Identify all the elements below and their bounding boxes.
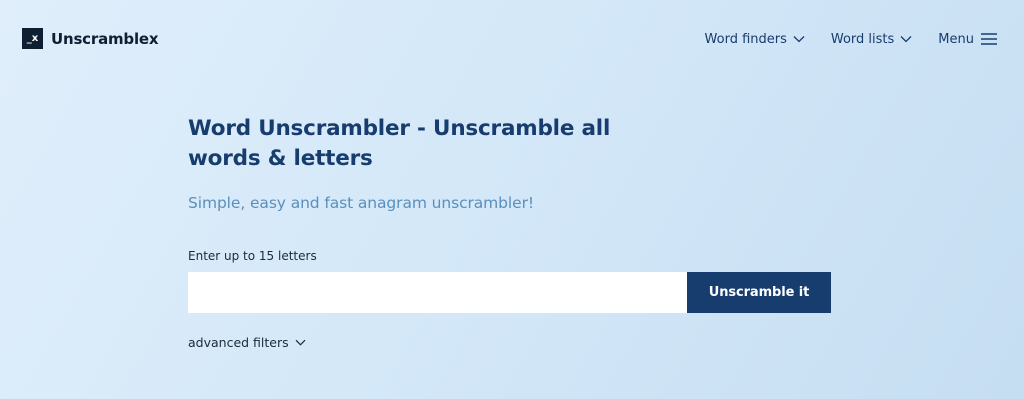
chevron-down-icon [793,36,805,43]
page-subtitle: Simple, easy and fast anagram unscramble… [188,194,534,212]
unscramble-button[interactable]: Unscramble it [687,272,831,313]
hero-section: Word Unscrambler - Unscramble all words … [188,114,838,212]
site-logo[interactable]: _x Unscramblex [22,28,159,49]
letters-input[interactable] [188,272,687,313]
nav-word-finders[interactable]: Word finders [705,29,805,49]
hamburger-menu-icon [981,33,997,45]
advanced-filters-toggle[interactable]: advanced filters [188,335,306,350]
page-title: Word Unscrambler - Unscramble all words … [188,116,611,171]
nav-word-lists[interactable]: Word lists [831,29,912,49]
logo-mark: _x [22,28,43,49]
chevron-down-icon [295,339,306,346]
advanced-filters-label: advanced filters [188,335,289,350]
nav-menu[interactable]: Menu [938,29,998,49]
unscramble-form: Unscramble it [188,272,831,313]
nav-word-lists-label: Word lists [830,31,895,47]
main-nav: Word finders Word lists Menu [679,29,998,49]
nav-word-finders-label: Word finders [704,31,787,47]
chevron-down-icon [900,36,912,43]
logo-text: Unscramblex [51,29,159,48]
nav-menu-label: Menu [938,31,974,47]
letters-input-label: Enter up to 15 letters [188,249,317,263]
